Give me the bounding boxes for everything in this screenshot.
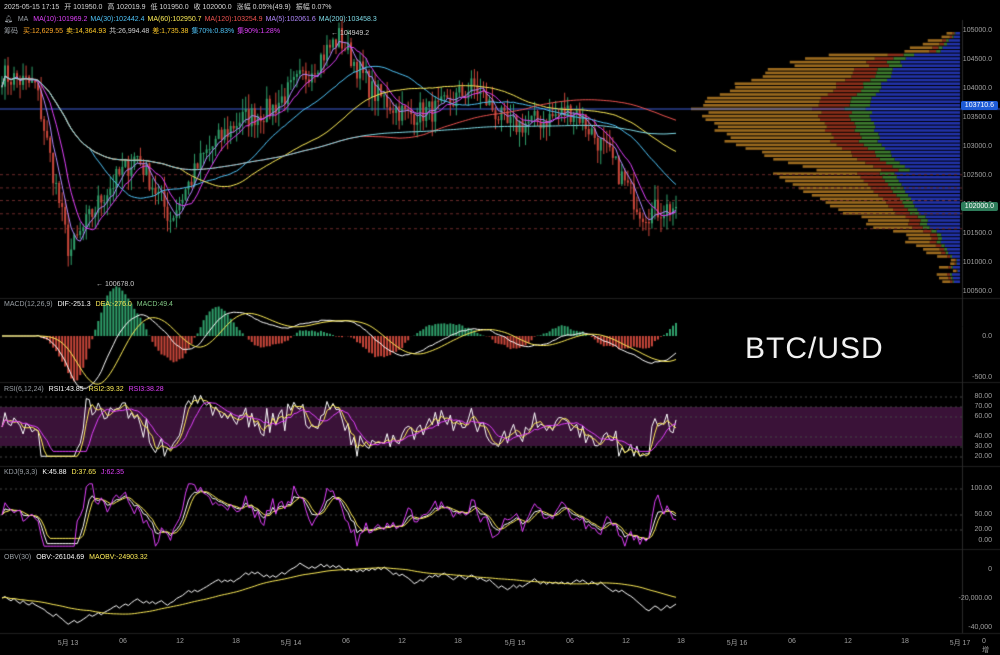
rsi-header: RSI(6,12,24) RSI1:43.85 RSI2:39.32 RSI3:… xyxy=(4,385,167,394)
time-tick: 12 xyxy=(622,638,630,645)
rsi2-value: RSI2:39.32 xyxy=(88,386,124,393)
chip-item: 卖:14,364.93 xyxy=(66,28,107,35)
kdj-d: D:37.65 xyxy=(71,469,97,476)
price-tick: 104500.0 xyxy=(962,56,992,63)
bell-icon[interactable]: 🔔︎ xyxy=(4,16,13,23)
obv-axis-2: -40,000 xyxy=(968,624,992,631)
chip-label: 筹码 xyxy=(4,28,18,35)
kdj-header: KDJ(9,3,3) K:45.88 D:37.65 J:62.35 xyxy=(4,468,127,477)
rsi-tick: 70.00 xyxy=(974,403,992,410)
high-annotation: ← 104949.2 xyxy=(331,30,370,37)
price-tick: 104000.0 xyxy=(962,85,992,92)
rsi-tick: 60.00 xyxy=(974,413,992,420)
time-tick: 12 xyxy=(844,638,852,645)
time-tick: 06 xyxy=(119,638,127,645)
time-tick: 0 增 xyxy=(982,638,989,654)
macd-axis-1: -500.0 xyxy=(972,374,992,381)
time-tick: 06 xyxy=(566,638,574,645)
ma-item: MA(30):102442.4 xyxy=(90,16,145,23)
low-value: 低 101950.0 xyxy=(150,4,189,11)
open-value: 开 101950.0 xyxy=(64,4,103,11)
time-tick: 18 xyxy=(454,638,462,645)
time-tick: 18 xyxy=(677,638,685,645)
marked-price-tag: 103710.6 xyxy=(960,101,998,110)
rsi1-value: RSI1:43.85 xyxy=(48,386,84,393)
macd-value: MACD:49.4 xyxy=(136,301,173,308)
chip-item: 集70%:0.83% xyxy=(191,28,235,35)
maobv-value: MAOBV:-24903.32 xyxy=(89,554,148,561)
chip-values: 买:12,629.55 卖:14,364.93 共:26,994.48 差:1,735… xyxy=(23,28,283,35)
current-price-tag: 102000.0 xyxy=(960,202,998,211)
price-tick: 101500.0 xyxy=(962,230,992,237)
price-tick: 100500.0 xyxy=(962,288,992,295)
low-annotation: ← 100678.0 xyxy=(96,281,135,288)
chip-item: 买:12,629.55 xyxy=(22,28,64,35)
rsi-title: RSI(6,12,24) xyxy=(4,386,44,393)
ma-values: MA(10):101969.2 MA(30):102442.4 MA(60):102… xyxy=(33,16,379,23)
kdj-tick: 0.00 xyxy=(978,537,992,544)
macd-header: MACD(12,26,9) DIF:-251.3 DEA:-276.0 MACD… xyxy=(4,300,176,309)
price-tick: 101000.0 xyxy=(962,259,992,266)
ma-item: MA(10):101969.2 xyxy=(33,16,88,23)
change-value: 涨幅 0.05%(49.9) xyxy=(236,4,291,11)
kdj-tick: 20.00 xyxy=(974,526,992,533)
rsi-tick: 40.00 xyxy=(974,433,992,440)
macd-dif: DIF:-251.3 xyxy=(57,301,91,308)
ma-label: MA xyxy=(17,16,29,23)
time-tick: 5月 14 xyxy=(280,640,302,647)
chip-item: 集90%:1.28% xyxy=(237,28,281,35)
rsi-tick: 20.00 xyxy=(974,453,992,460)
kdj-tick: 50.00 xyxy=(974,511,992,518)
ma-item: MA(60):102950.7 xyxy=(147,16,202,23)
time-tick: 06 xyxy=(788,638,796,645)
time-tick: 5月 16 xyxy=(726,640,748,647)
price-tick: 102500.0 xyxy=(962,172,992,179)
time-tick: 5月 15 xyxy=(504,640,526,647)
ohlc-row: 2025-05-15 17:15 开 101950.0 高 102019.9 低… xyxy=(4,3,335,12)
symbol-watermark: BTC/USD xyxy=(745,332,884,365)
time-tick: 12 xyxy=(398,638,406,645)
ma-row: 🔔︎ MA MA(10):101969.2 MA(30):102442.4 MA(6… xyxy=(4,15,383,24)
chip-item: 共:26,994.48 xyxy=(109,28,150,35)
amplitude-value: 振幅 0.07% xyxy=(295,4,332,11)
time-tick: 18 xyxy=(232,638,240,645)
obv-axis-0: 0 xyxy=(988,566,992,573)
close-value: 收 102000.0 xyxy=(193,4,232,11)
ma-item: MA(120):103254.9 xyxy=(204,16,263,23)
kdj-k: K:45.88 xyxy=(42,469,67,476)
time-tick: 12 xyxy=(176,638,184,645)
macd-title: MACD(12,26,9) xyxy=(4,301,53,308)
ma-item: MA(5):102061.6 xyxy=(265,16,316,23)
high-value: 高 102019.9 xyxy=(107,4,146,11)
ma-item: MA(200):103458.3 xyxy=(318,16,377,23)
kdj-title: KDJ(9,3,3) xyxy=(4,469,38,476)
rsi-tick: 30.00 xyxy=(974,443,992,450)
time-tick: 5月 13 xyxy=(57,640,79,647)
obv-title: OBV(30) xyxy=(4,554,32,561)
obv-axis-1: -20,000.00 xyxy=(958,595,992,602)
chip-row: 筹码 买:12,629.55 卖:14,364.93 共:26,994.48 差:1,… xyxy=(4,27,286,36)
chip-item: 差:1,735.38 xyxy=(152,28,189,35)
datetime: 2025-05-15 17:15 xyxy=(4,4,60,11)
time-tick: 5月 17 xyxy=(949,640,971,647)
price-tick: 103500.0 xyxy=(962,114,992,121)
obv-header: OBV(30) OBV:-26104.69 MAOBV:-24903.32 xyxy=(4,553,151,562)
macd-axis-0: 0.0 xyxy=(982,333,992,340)
time-tick: 18 xyxy=(901,638,909,645)
kdj-j: J:62.35 xyxy=(101,469,124,476)
macd-dea: DEA:-276.0 xyxy=(95,301,132,308)
rsi-tick: 80.00 xyxy=(974,393,992,400)
price-tick: 105000.0 xyxy=(962,27,992,34)
time-tick: 06 xyxy=(342,638,350,645)
obv-value: OBV:-26104.69 xyxy=(36,554,85,561)
price-tick: 103000.0 xyxy=(962,143,992,150)
kdj-tick: 100.00 xyxy=(970,485,992,492)
rsi3-value: RSI3:38.28 xyxy=(128,386,164,393)
